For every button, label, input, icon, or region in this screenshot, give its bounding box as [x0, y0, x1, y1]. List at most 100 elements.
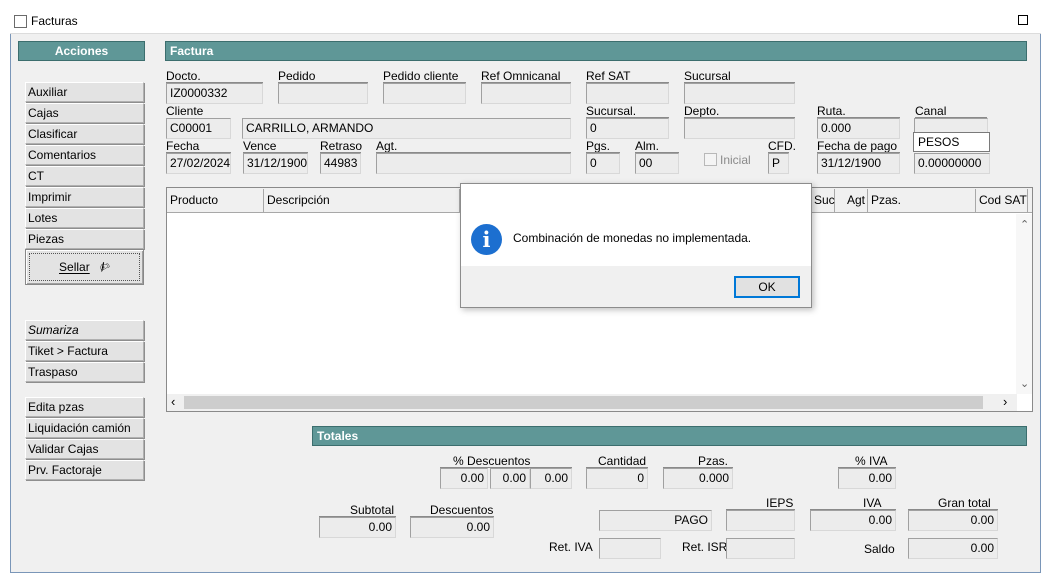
iva-field[interactable]: 0.00 — [810, 510, 896, 531]
inicial-checkbox[interactable] — [704, 153, 717, 166]
inicial-label: Inicial — [720, 153, 751, 167]
ret-isr-field[interactable] — [726, 538, 795, 559]
pzas-total-label: Pzas. — [698, 454, 729, 468]
currency-dropdown-option[interactable]: PESOS — [913, 132, 990, 152]
ieps-label: IEPS — [766, 496, 794, 510]
cajas-button[interactable]: Cajas — [25, 103, 144, 123]
sellar-button[interactable]: Sellar ✍ — [25, 249, 144, 285]
subtotal-field[interactable]: 0.00 — [319, 517, 396, 538]
retraso-field[interactable]: 44983 — [320, 153, 361, 174]
ref-omnicanal-field[interactable] — [481, 83, 571, 104]
pedido-field[interactable] — [278, 83, 368, 104]
totales-header: Totales — [312, 426, 1027, 446]
sucursal-field[interactable] — [684, 83, 795, 104]
col-producto[interactable]: Producto — [167, 189, 264, 212]
ok-button[interactable]: OK — [734, 276, 800, 298]
retraso-label: Retraso — [320, 139, 363, 153]
iva-pct-field[interactable]: 0.00 — [838, 468, 896, 489]
col-pzas[interactable]: Pzas. — [868, 189, 976, 212]
depto-field[interactable] — [684, 118, 795, 139]
imprimir-button[interactable]: Imprimir — [25, 187, 144, 207]
sucursal2-label: Sucursal. — [586, 104, 637, 118]
saldo-label: Saldo — [864, 542, 895, 556]
ruta-label: Ruta. — [817, 104, 846, 118]
pedido-cliente-label: Pedido cliente — [383, 69, 459, 83]
scroll-down-icon[interactable]: ⌄ — [1020, 377, 1029, 391]
clasificar-button[interactable]: Clasificar — [25, 124, 144, 144]
cliente-code-field[interactable]: C00001 — [166, 118, 231, 139]
piezas-button[interactable]: Piezas — [25, 229, 144, 249]
col-cod-sat[interactable]: Cod SAT — [976, 189, 1028, 212]
vertical-scrollbar[interactable] — [1016, 214, 1032, 394]
maximize-button[interactable] — [1018, 15, 1028, 25]
docto-label: Docto. — [166, 69, 201, 83]
col-suc[interactable]: Suc — [811, 189, 835, 212]
ref-sat-label: Ref SAT — [586, 69, 631, 83]
cantidad-field[interactable]: 0 — [586, 468, 648, 489]
alm-field[interactable]: 00 — [635, 153, 679, 174]
comentarios-button[interactable]: Comentarios — [25, 145, 144, 165]
descuentos-label: Descuentos — [430, 503, 494, 517]
ref-sat-field[interactable] — [586, 83, 669, 104]
pgs-label: Pgs. — [586, 139, 611, 153]
tiket-factura-button[interactable]: Tiket > Factura — [25, 341, 144, 361]
scroll-right-icon[interactable]: › — [1003, 395, 1007, 409]
liquidacion-camion-button[interactable]: Liquidación camión — [25, 418, 144, 438]
scroll-up-icon[interactable]: ⌃ — [1020, 218, 1029, 232]
descuentos-field[interactable]: 0.00 — [410, 517, 494, 538]
horizontal-scroll-thumb[interactable] — [184, 396, 983, 409]
factura-header: Factura — [165, 41, 1027, 61]
lotes-button[interactable]: Lotes — [25, 208, 144, 228]
descuentos-pct-label: % Descuentos — [453, 454, 531, 468]
fecha-field[interactable]: 27/02/2024 — [166, 153, 231, 174]
edita-pzas-button[interactable]: Edita pzas — [25, 397, 144, 417]
cliente-name-field[interactable]: CARRILLO, ARMANDO — [242, 118, 571, 139]
iva-pct-label: % IVA — [855, 454, 888, 468]
dialog-message: Combinación de monedas no implementada. — [513, 231, 752, 245]
iva-label: IVA — [863, 496, 882, 510]
tipo-cambio-field[interactable]: 0.00000000 — [914, 153, 990, 174]
sucursal-label: Sucursal — [684, 69, 731, 83]
validar-cajas-button[interactable]: Validar Cajas — [25, 439, 144, 459]
descuento-3-field[interactable]: 0.00 — [530, 468, 572, 489]
sucursal2-field[interactable]: 0 — [586, 118, 669, 139]
scroll-left-icon[interactable]: ‹ — [171, 395, 175, 409]
ret-isr-label: Ret. ISR — [682, 540, 728, 554]
col-descripcion[interactable]: Descripción — [264, 189, 460, 212]
ref-omnicanal-label: Ref Omnicanal — [481, 69, 561, 83]
col-agt[interactable]: Agt — [835, 189, 868, 212]
ret-iva-field[interactable] — [599, 538, 661, 559]
prv-factoraje-button[interactable]: Prv. Factoraje — [25, 460, 144, 480]
pedido-cliente-field[interactable] — [383, 83, 466, 104]
descuento-2-field[interactable]: 0.00 — [490, 468, 530, 489]
fecha-pago-label: Fecha de pago — [817, 139, 898, 153]
pago-field[interactable]: PAGO — [599, 510, 712, 531]
pzas-total-field[interactable]: 0.000 — [663, 468, 733, 489]
gran-total-field[interactable]: 0.00 — [908, 510, 998, 531]
auxiliar-button[interactable]: Auxiliar — [25, 82, 144, 102]
docto-field[interactable]: IZ0000332 — [166, 83, 263, 104]
agt-field[interactable] — [376, 153, 571, 174]
traspaso-button[interactable]: Traspaso — [25, 362, 144, 382]
saldo-field[interactable]: 0.00 — [908, 538, 998, 559]
ieps-field[interactable] — [726, 510, 795, 531]
cfd-field[interactable]: P — [768, 153, 789, 174]
focus-outline — [29, 253, 140, 281]
window-title: Facturas — [31, 14, 78, 28]
descuento-1-field[interactable]: 0.00 — [440, 468, 488, 489]
vence-field[interactable]: 31/12/1900 — [243, 153, 308, 174]
ct-button[interactable]: CT — [25, 166, 144, 186]
ruta-field[interactable]: 0.000 — [817, 118, 900, 139]
pedido-label: Pedido — [278, 69, 316, 83]
sumariza-button[interactable]: Sumariza — [25, 320, 144, 340]
info-icon: i — [471, 224, 502, 255]
agt-label: Agt. — [376, 139, 398, 153]
acciones-header: Acciones — [18, 41, 145, 61]
fecha-pago-field[interactable]: 31/12/1900 — [817, 153, 900, 174]
window-icon — [14, 15, 27, 28]
pgs-field[interactable]: 0 — [586, 153, 620, 174]
subtotal-label: Subtotal — [350, 503, 395, 517]
cfd-label: CFD. — [768, 139, 796, 153]
depto-label: Depto. — [684, 104, 720, 118]
vence-label: Vence — [243, 139, 277, 153]
